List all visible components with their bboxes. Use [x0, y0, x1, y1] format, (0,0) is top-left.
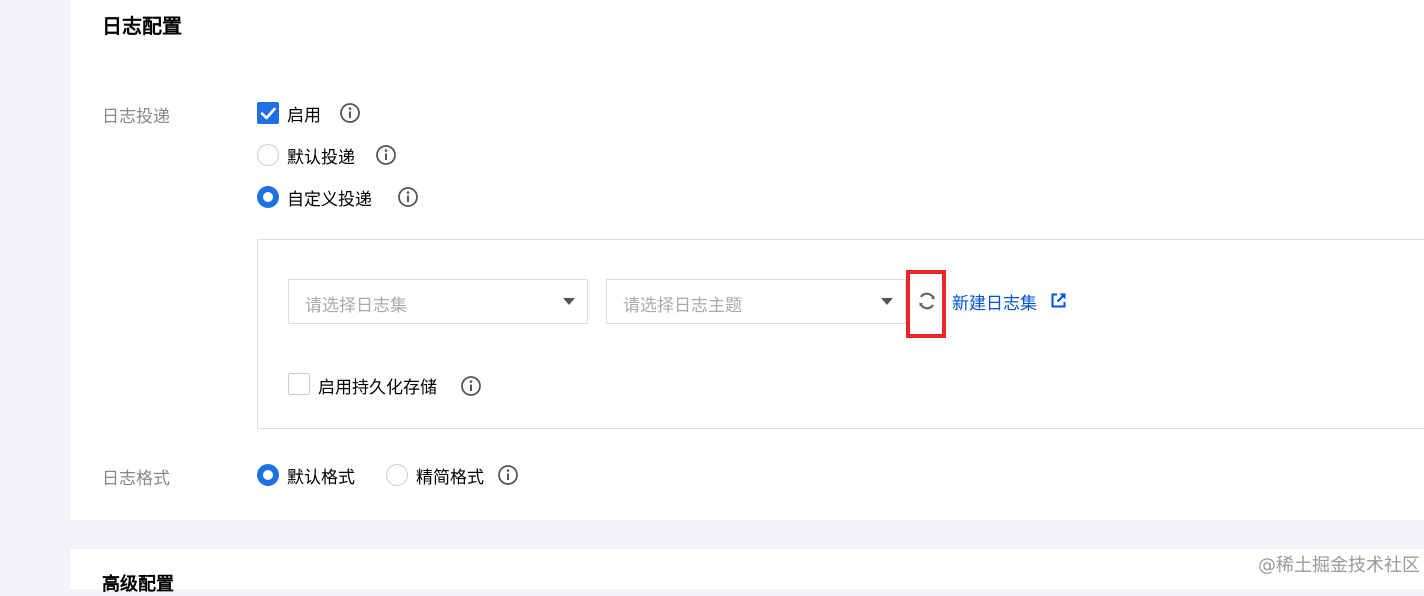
- log-format-label: 日志格式: [102, 469, 170, 489]
- custom-delivery-label: 自定义投递: [287, 190, 372, 210]
- default-delivery-label: 默认投递: [287, 148, 355, 168]
- advanced-section-title: 高级配置: [102, 574, 174, 595]
- topic-placeholder: 请选择日志主题: [623, 296, 742, 316]
- watermark-text: @稀土掘金技术社区: [1258, 555, 1420, 576]
- check-icon: [260, 107, 276, 120]
- persistent-storage-checkbox[interactable]: [288, 373, 310, 395]
- info-circle-icon[interactable]: [339, 102, 361, 124]
- custom-delivery-panel: [257, 239, 1424, 429]
- enable-checkbox[interactable]: [257, 102, 279, 124]
- enable-label: 启用: [287, 106, 321, 126]
- refresh-icon[interactable]: [916, 290, 938, 312]
- custom-delivery-radio[interactable]: [257, 186, 279, 208]
- new-logset-link[interactable]: 新建日志集: [952, 289, 1037, 314]
- info-circle-icon[interactable]: [497, 464, 519, 486]
- logset-select[interactable]: 请选择日志集: [288, 279, 588, 324]
- advanced-config-card: [70, 549, 1424, 589]
- logset-placeholder: 请选择日志集: [305, 296, 407, 316]
- default-format-radio[interactable]: [257, 464, 279, 486]
- section-title: 日志配置: [102, 14, 182, 38]
- simple-format-radio[interactable]: [386, 464, 408, 486]
- external-link-icon[interactable]: [1050, 292, 1067, 309]
- default-format-label: 默认格式: [287, 468, 355, 488]
- info-circle-icon[interactable]: [397, 186, 419, 208]
- topic-select[interactable]: 请选择日志主题: [606, 279, 906, 324]
- persistent-storage-label: 启用持久化存储: [318, 378, 437, 398]
- info-circle-icon[interactable]: [375, 144, 397, 166]
- default-delivery-radio[interactable]: [257, 144, 279, 166]
- chevron-down-icon: [563, 298, 575, 305]
- info-circle-icon[interactable]: [460, 375, 482, 397]
- simple-format-label: 精简格式: [416, 468, 484, 488]
- chevron-down-icon: [881, 298, 893, 305]
- log-delivery-label: 日志投递: [102, 107, 170, 127]
